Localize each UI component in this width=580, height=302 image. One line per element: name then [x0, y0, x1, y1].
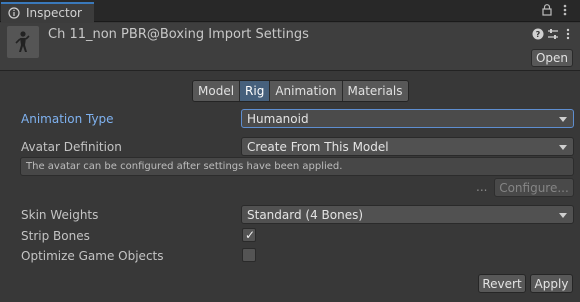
strip-bones-checkbox[interactable]: ✓: [242, 228, 256, 242]
help-message: The avatar can be configured after setti…: [26, 161, 343, 172]
info-icon: [8, 7, 20, 19]
avatar-definition-label: Avatar Definition: [21, 140, 122, 154]
revert-button[interactable]: Revert: [478, 274, 526, 293]
chevron-down-icon: [559, 213, 567, 218]
animation-type-dropdown[interactable]: Humanoid: [241, 109, 574, 128]
asset-thumbnail: [7, 26, 39, 58]
tab-title: Inspector: [26, 6, 82, 20]
apply-button[interactable]: Apply: [530, 274, 573, 293]
tab-model[interactable]: Model: [193, 81, 241, 101]
animation-type-label: Animation Type: [21, 112, 114, 126]
avatar-definition-value: Create From This Model: [247, 139, 389, 154]
inspector-tab-bar: Inspector: [0, 0, 580, 23]
skin-weights-dropdown[interactable]: Standard (4 Bones): [241, 205, 574, 224]
chevron-down-icon: [559, 117, 567, 122]
preset-icon[interactable]: [547, 28, 559, 40]
kebab-menu-icon[interactable]: [558, 3, 572, 17]
animation-type-value: Humanoid: [247, 111, 309, 126]
strip-bones-label: Strip Bones: [21, 229, 90, 243]
configure-ellipsis: ...: [476, 180, 488, 194]
inspector-header: Ch 11_non PBR@Boxing Import Settings ? O…: [0, 23, 580, 71]
configure-button[interactable]: Configure...: [494, 178, 574, 197]
humanoid-model-icon: [15, 31, 30, 52]
kebab-menu-icon[interactable]: [562, 28, 574, 40]
checkmark-icon: ✓: [245, 228, 256, 242]
tab-animation[interactable]: Animation: [270, 81, 343, 101]
avatar-help-box: The avatar can be configured after setti…: [20, 157, 574, 176]
avatar-definition-dropdown[interactable]: Create From This Model: [241, 137, 574, 156]
chevron-down-icon: [559, 145, 567, 150]
svg-text:?: ?: [536, 30, 541, 39]
lock-icon[interactable]: [540, 3, 554, 17]
import-settings-tabs: Model Rig Animation Materials: [192, 80, 409, 102]
asset-title: Ch 11_non PBR@Boxing Import Settings: [48, 27, 309, 42]
optimize-game-objects-label: Optimize Game Objects: [21, 249, 164, 263]
optimize-game-objects-checkbox[interactable]: [242, 248, 256, 262]
open-button[interactable]: Open: [531, 49, 573, 67]
tab-rig[interactable]: Rig: [240, 81, 271, 101]
tab-inspector[interactable]: Inspector: [1, 2, 94, 23]
skin-weights-value: Standard (4 Bones): [247, 207, 364, 222]
skin-weights-label: Skin Weights: [21, 208, 99, 222]
tab-materials[interactable]: Materials: [342, 81, 408, 101]
help-icon[interactable]: ?: [532, 28, 544, 40]
